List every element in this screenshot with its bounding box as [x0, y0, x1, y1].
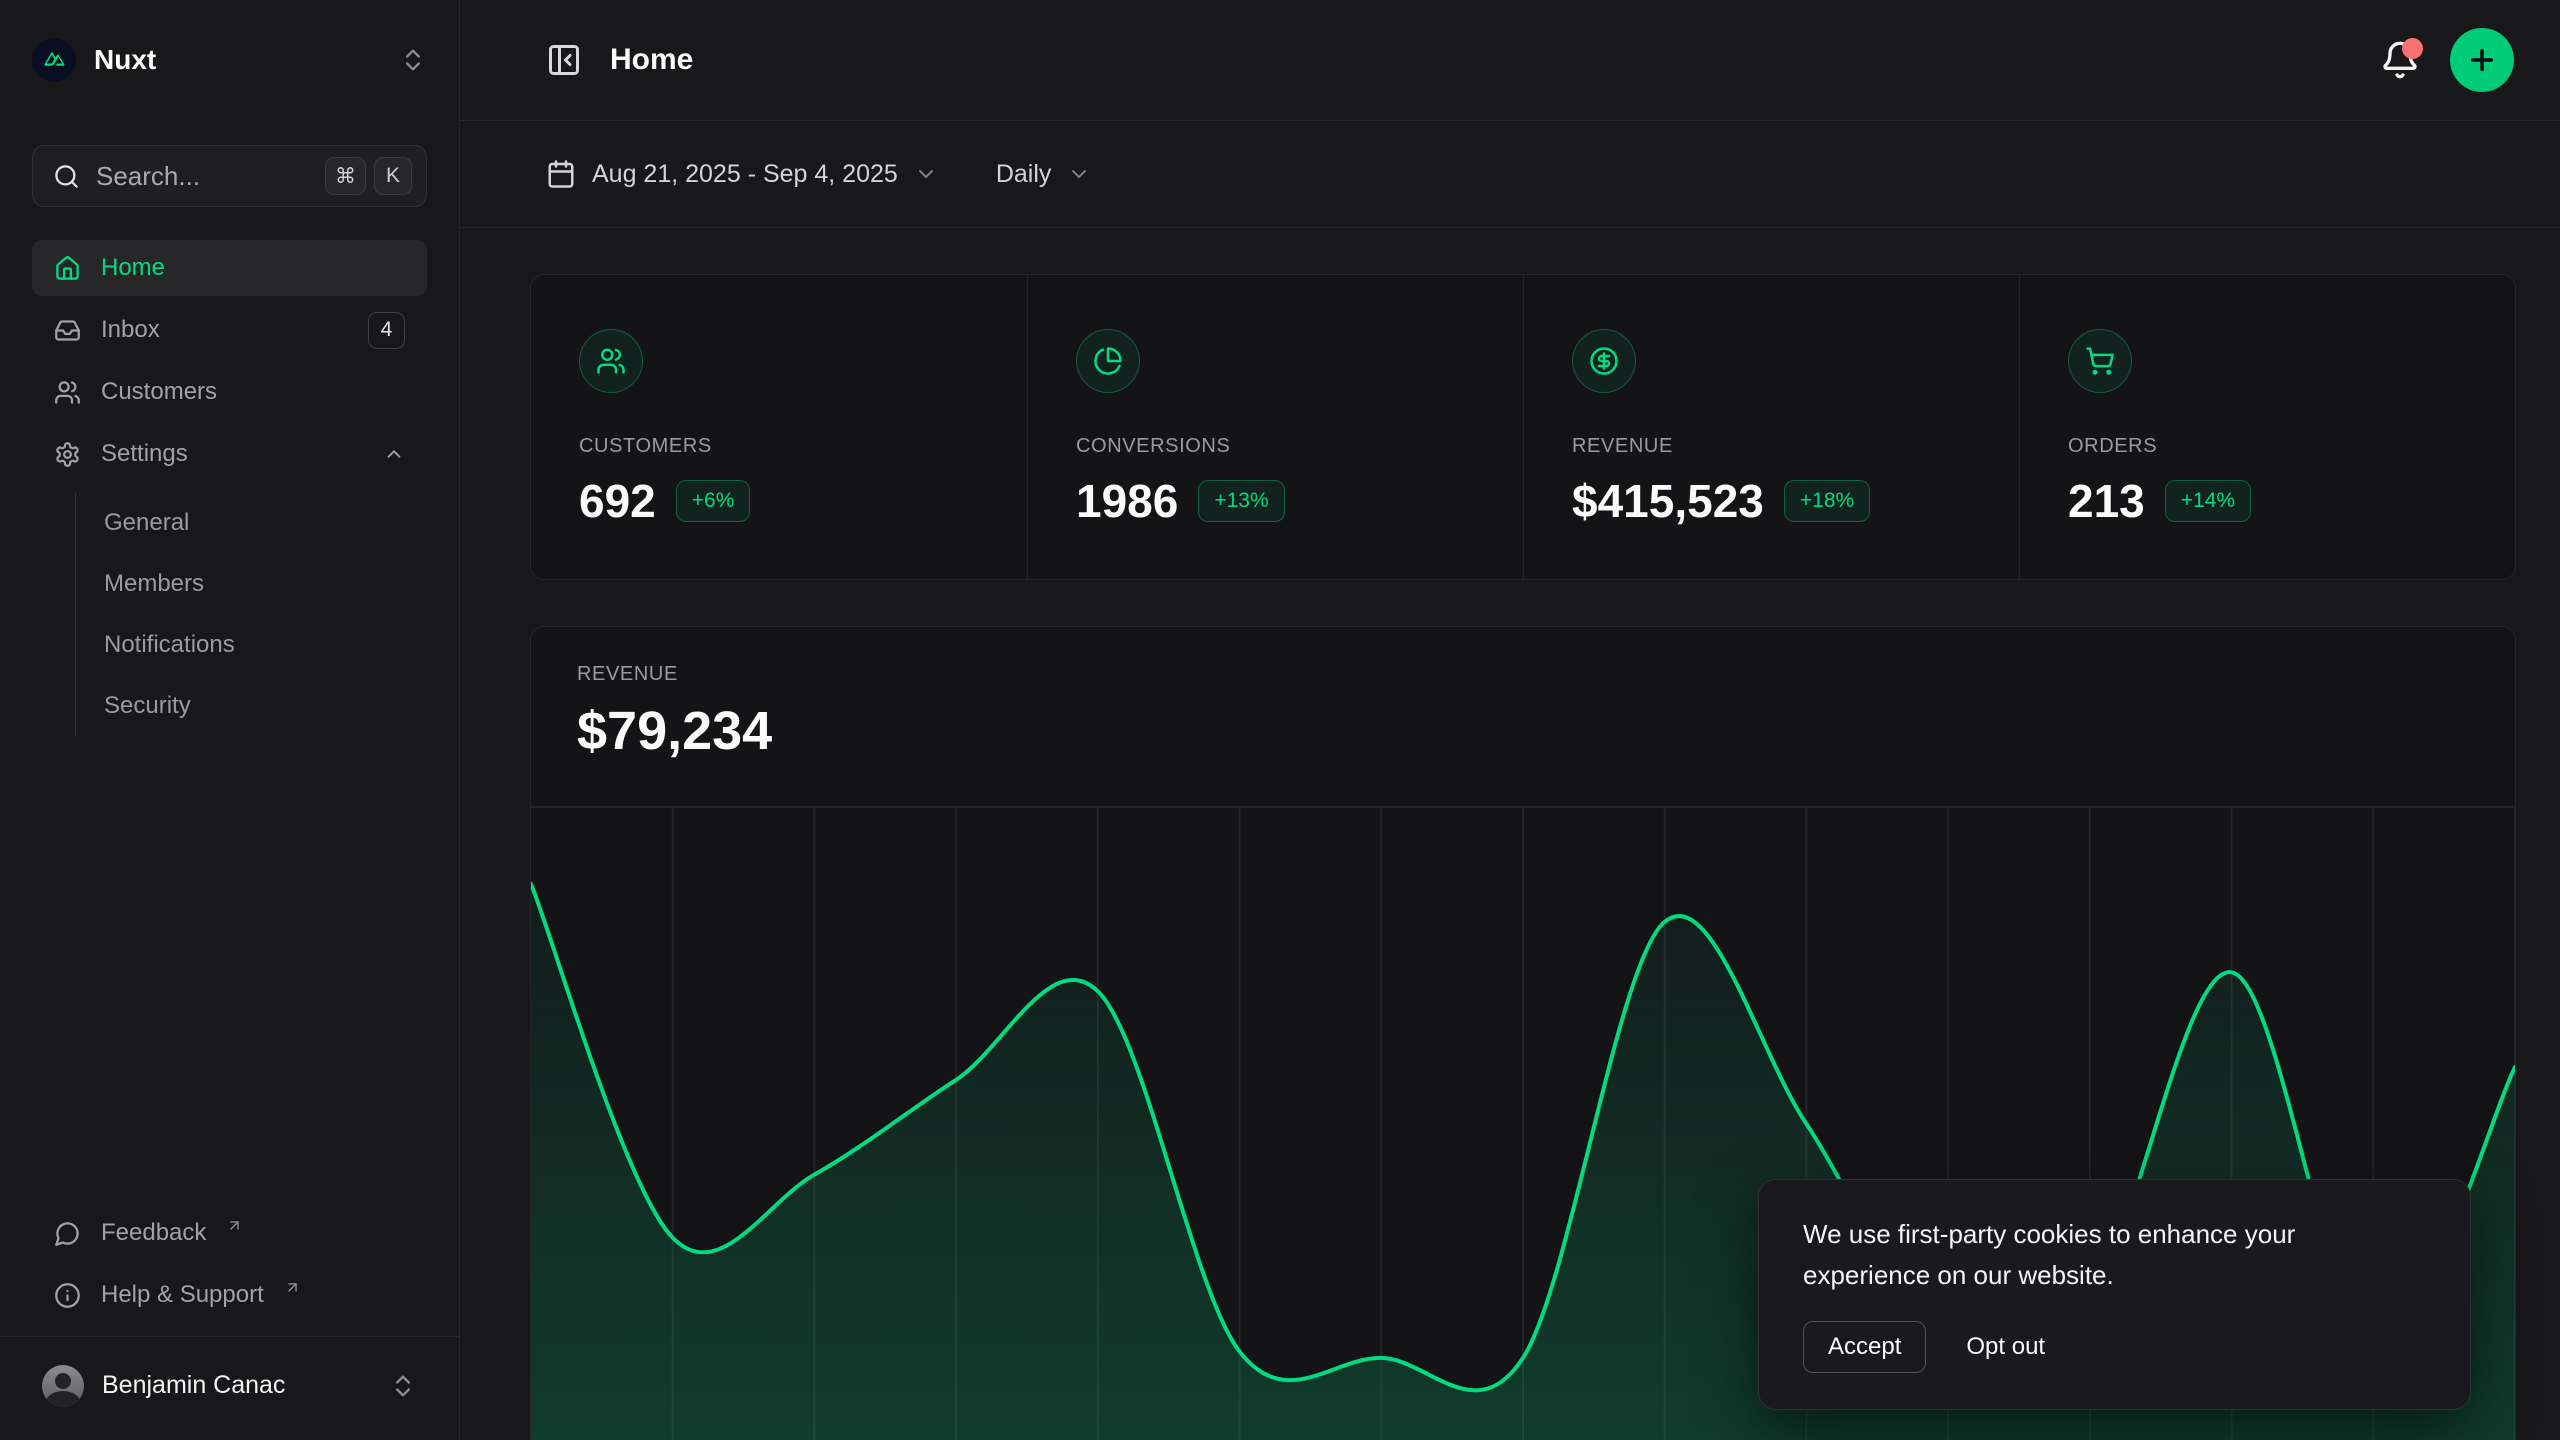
sidebar-item-label: Customers: [101, 378, 217, 406]
chevrons-up-down-icon: [399, 46, 427, 74]
sidebar-item-notifications[interactable]: Notifications: [76, 614, 427, 675]
search-placeholder: Search...: [96, 161, 200, 192]
granularity-select[interactable]: Daily: [996, 160, 1092, 189]
search-input[interactable]: Search... ⌘ K: [32, 145, 427, 207]
dollar-circle-icon: [1572, 329, 1636, 393]
page-title: Home: [610, 43, 693, 77]
sidebar-item-home[interactable]: Home: [32, 240, 427, 296]
add-button[interactable]: [2450, 28, 2514, 92]
search-icon: [53, 163, 80, 190]
sidebar: Nuxt Search... ⌘ K Home Inbox 4: [0, 0, 460, 1440]
notifications-bell-icon[interactable]: [2380, 40, 2420, 80]
external-link-arrow-icon: [226, 1217, 243, 1234]
nuxt-logo-icon: [32, 38, 76, 82]
revenue-chart-value: $79,234: [577, 700, 2469, 762]
stats-card: CUSTOMERS 692 +6% CONVERSIONS 1986 +13%: [530, 274, 2516, 580]
submenu-label: Notifications: [104, 631, 235, 659]
stat-delta-badge: +18%: [1784, 480, 1870, 522]
sidebar-item-security[interactable]: Security: [76, 675, 427, 736]
stat-customers[interactable]: CUSTOMERS 692 +6%: [531, 275, 1027, 582]
kbd-cmd: ⌘: [325, 157, 366, 195]
panel-left-close-icon[interactable]: [546, 42, 582, 78]
sidebar-footer-nav: Feedback Help & Support: [32, 1205, 427, 1323]
cookie-actions: Accept Opt out: [1803, 1321, 2426, 1373]
sidebar-spacer: [32, 736, 427, 1205]
stat-delta-badge: +6%: [676, 480, 751, 522]
sidebar-item-inbox[interactable]: Inbox 4: [32, 302, 427, 358]
message-circle-icon: [54, 1220, 81, 1247]
stat-value: 213: [2068, 474, 2145, 528]
footer-item-label: Feedback: [101, 1219, 206, 1247]
users-icon: [579, 329, 643, 393]
stat-delta-badge: +14%: [2165, 480, 2251, 522]
sidebar-item-settings[interactable]: Settings: [32, 426, 427, 482]
sidebar-item-label: Inbox: [101, 316, 160, 344]
inbox-icon: [54, 317, 81, 344]
shopping-cart-icon: [2068, 329, 2132, 393]
avatar: [42, 1365, 84, 1407]
pie-chart-icon: [1076, 329, 1140, 393]
opt-out-button[interactable]: Opt out: [1966, 1322, 2045, 1372]
gear-icon: [54, 441, 81, 468]
header-actions: [2380, 28, 2514, 92]
revenue-chart-header: REVENUE $79,234: [531, 627, 2515, 806]
submenu-label: Members: [104, 570, 204, 598]
home-icon: [54, 255, 81, 282]
stat-delta-badge: +13%: [1198, 480, 1284, 522]
cookie-message: We use first-party cookies to enhance yo…: [1803, 1214, 2426, 1297]
chevron-down-icon: [1067, 162, 1091, 186]
stat-conversions[interactable]: CONVERSIONS 1986 +13%: [1027, 275, 1523, 582]
sidebar-item-customers[interactable]: Customers: [32, 364, 427, 420]
footer-item-label: Help & Support: [101, 1281, 264, 1309]
calendar-icon: [546, 159, 576, 189]
submenu-label: Security: [104, 692, 191, 720]
brand-name: Nuxt: [94, 44, 156, 76]
external-link-arrow-icon: [284, 1279, 301, 1296]
cookie-message-line2: experience on our website.: [1803, 1260, 2114, 1290]
filters-toolbar: Aug 21, 2025 - Sep 4, 2025 Daily: [460, 121, 2560, 228]
cookie-message-line1: We use first-party cookies to enhance yo…: [1803, 1219, 2295, 1249]
inbox-count-badge: 4: [368, 312, 405, 349]
stat-label: CONVERSIONS: [1076, 435, 1475, 458]
submenu-label: General: [104, 509, 189, 537]
stat-label: CUSTOMERS: [579, 435, 979, 458]
accept-button[interactable]: Accept: [1803, 1321, 1926, 1373]
main-area: Home Aug 21, 2025 - Sep 4, 2025 Daily: [460, 0, 2560, 1440]
stat-label: REVENUE: [1572, 435, 1971, 458]
kbd-k: K: [374, 157, 412, 195]
stat-orders[interactable]: ORDERS 213 +14%: [2019, 275, 2515, 582]
sidebar-item-general[interactable]: General: [76, 492, 427, 553]
stat-revenue[interactable]: REVENUE $415,523 +18%: [1523, 275, 2019, 582]
settings-submenu: General Members Notifications Security: [75, 492, 427, 736]
chevrons-up-down-icon: [389, 1372, 417, 1400]
stat-value: 692: [579, 474, 656, 528]
search-shortcut: ⌘ K: [325, 157, 412, 195]
notification-dot: [2402, 38, 2423, 59]
user-name: Benjamin Canac: [102, 1371, 285, 1400]
sidebar-item-label: Settings: [101, 440, 188, 468]
granularity-label: Daily: [996, 160, 1052, 189]
info-circle-icon: [54, 1282, 81, 1309]
chevron-up-icon: [383, 443, 405, 465]
sidebar-item-help-support[interactable]: Help & Support: [32, 1267, 427, 1323]
stat-label: ORDERS: [2068, 435, 2467, 458]
workspace-selector[interactable]: Nuxt: [32, 32, 427, 88]
sidebar-nav: Home Inbox 4 Customers Settings Ge: [32, 240, 427, 736]
revenue-chart-label: REVENUE: [577, 663, 2469, 686]
sidebar-item-label: Home: [101, 254, 165, 282]
date-range-label: Aug 21, 2025 - Sep 4, 2025: [592, 160, 898, 189]
chevron-down-icon: [914, 162, 938, 186]
stat-value: 1986: [1076, 474, 1178, 528]
cookie-banner: We use first-party cookies to enhance yo…: [1758, 1179, 2471, 1410]
stat-value: $415,523: [1572, 474, 1764, 528]
sidebar-item-members[interactable]: Members: [76, 553, 427, 614]
user-menu[interactable]: Benjamin Canac: [32, 1337, 427, 1440]
users-icon: [54, 379, 81, 406]
date-range-picker[interactable]: Aug 21, 2025 - Sep 4, 2025: [546, 159, 938, 189]
sidebar-item-feedback[interactable]: Feedback: [32, 1205, 427, 1261]
page-header: Home: [460, 0, 2560, 121]
